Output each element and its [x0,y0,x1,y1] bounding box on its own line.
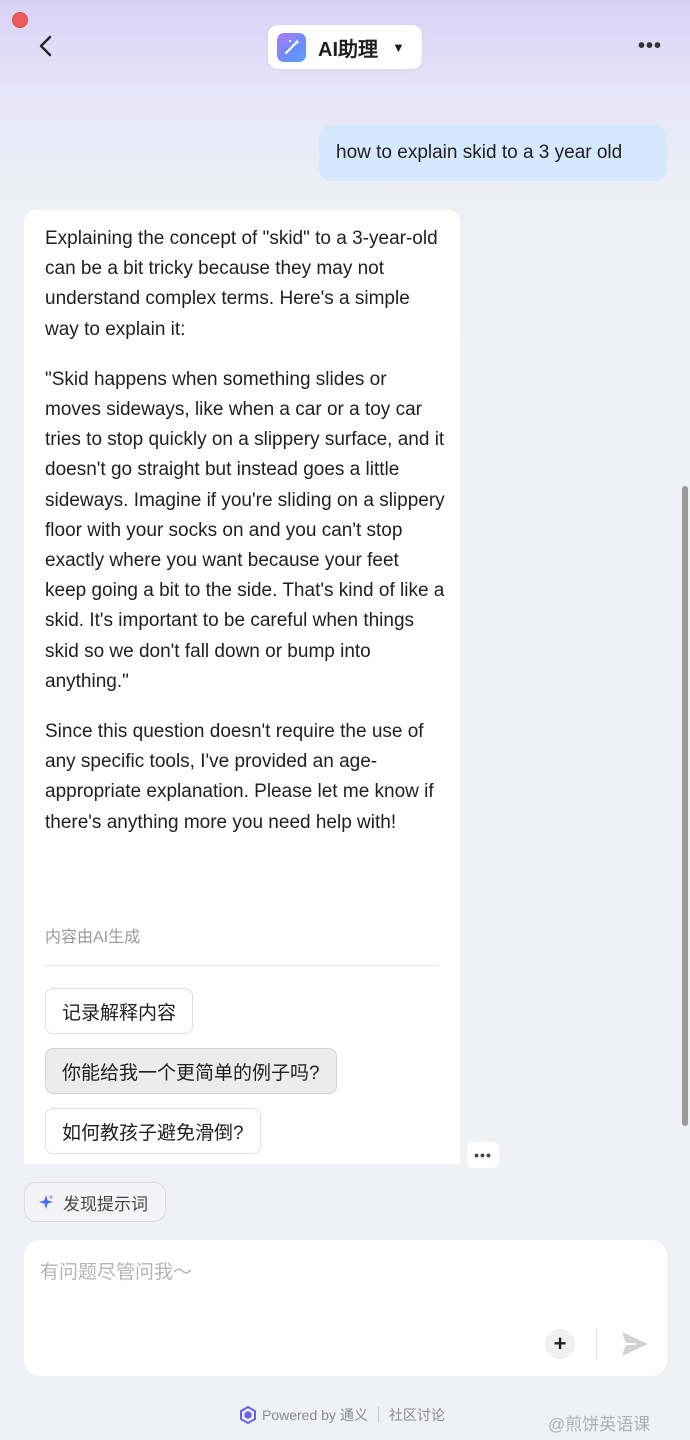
powered-by-text: Powered by 通义 [262,1407,368,1423]
assistant-selector[interactable]: AI助理 ▼ [268,25,422,69]
page-title: AI助理 [318,38,378,61]
watermark: @煎饼英语课 [548,1415,651,1434]
ai-paragraph: "Skid happens when something slides or m… [45,368,445,692]
footer-separator [377,1407,379,1423]
add-attachment-button[interactable]: + [545,1329,575,1359]
caret-down-icon: ▼ [392,39,405,55]
divider [45,965,439,966]
ai-response-text: Explaining the concept of "skid" to a 3-… [45,224,445,838]
ai-paragraph: Since this question doesn't require the … [45,721,434,833]
ai-generated-note: 内容由AI生成 [45,929,141,946]
user-message-text: how to explain skid to a 3 year old [336,142,623,163]
discover-prompts-label: 发现提示词 [63,1194,148,1214]
user-message-bubble: how to explain skid to a 3 year old [319,125,667,181]
discover-prompts-button[interactable]: 发现提示词 [24,1182,166,1222]
suggestion-chip-simpler-example[interactable]: 你能给我一个更简单的例子吗? [45,1048,337,1094]
sparkle-icon [39,1194,54,1209]
message-more-button[interactable]: ••• [467,1142,499,1168]
magic-wand-icon [277,32,306,62]
window-close-dot[interactable] [12,12,28,28]
divider [596,1329,597,1359]
send-button[interactable] [619,1328,651,1360]
chevron-left-icon [39,35,52,57]
more-horizontal-icon: ••• [474,1147,492,1163]
scrollbar-thumb[interactable] [682,486,688,1126]
more-horizontal-icon: ••• [637,34,662,57]
send-icon [622,1332,648,1356]
community-link[interactable]: 社区讨论 [389,1405,445,1425]
tongyi-logo-icon [240,1406,256,1424]
ai-response-card: Explaining the concept of "skid" to a 3-… [24,210,460,1164]
suggestion-chip-avoid-slipping[interactable]: 如何教孩子避免滑倒? [45,1108,261,1154]
plus-icon: + [553,1331,567,1356]
suggestion-chip-record[interactable]: 记录解释内容 [45,988,194,1034]
more-options-button[interactable]: ••• [630,32,670,60]
back-button[interactable] [30,30,62,62]
message-input[interactable] [40,1258,640,1288]
message-composer: + [24,1240,667,1376]
ai-paragraph: Explaining the concept of "skid" to a 3-… [45,228,438,340]
footer: Powered by 通义 社区讨论 [239,1404,445,1426]
